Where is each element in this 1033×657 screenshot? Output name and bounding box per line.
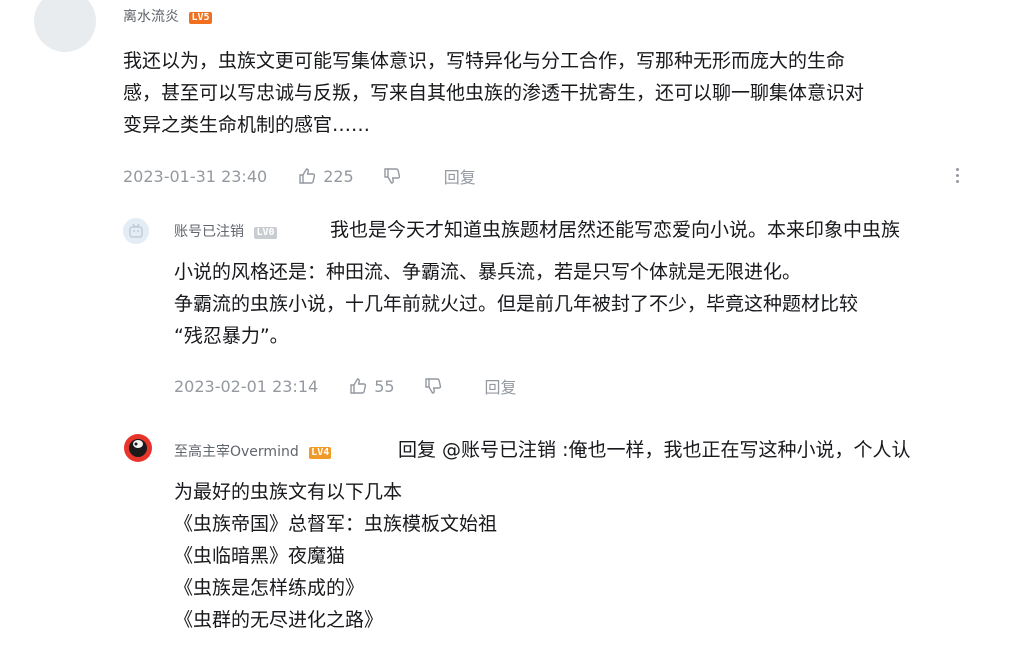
comment-time: 2023-01-31 23:40 xyxy=(123,166,268,186)
reply-avatar[interactable] xyxy=(123,218,149,244)
reply-line: 为最好的虫族文有以下几本 xyxy=(174,481,403,503)
username[interactable]: 离水流炎 xyxy=(123,9,179,25)
dislike-button[interactable] xyxy=(423,376,443,396)
reply-line: 《虫临暗黑》夜魔猫 xyxy=(174,545,346,567)
thumbs-down-icon xyxy=(424,378,441,394)
reply-line: 争霸流的虫族小说，十几年前就火过。但是前几年被封了不少，毕竟这种题材比较 xyxy=(174,293,859,315)
thumbs-up-icon xyxy=(350,378,367,394)
comment-text: 我还以为，虫族文更可能写集体意识，写特异化与分工合作，写那种无形而庞大的生命 感… xyxy=(123,45,864,141)
reply-line: “残忍暴力”。 xyxy=(174,325,289,347)
reply-text: 为最好的虫族文有以下几本 《虫族帝国》总督军：虫族模板文始祖 《虫临暗黑》夜魔猫… xyxy=(174,476,497,636)
like-button[interactable]: 55 xyxy=(348,376,395,396)
level-badge: LV0 xyxy=(254,227,277,239)
reply-username-row: 至高主宰Overmind LV4 xyxy=(174,441,332,461)
dislike-button[interactable] xyxy=(382,166,402,186)
thumbs-up-icon xyxy=(299,168,316,184)
reply-line: 《虫群的无尽进化之路》 xyxy=(174,609,384,631)
like-count: 225 xyxy=(323,166,354,186)
reply-text: 小说的风格还是：种田流、争霸流、暴兵流，若是只写个体就是无限进化。 争霸流的虫族… xyxy=(174,256,858,352)
reply-mention[interactable]: 回复 @账号已注销 : xyxy=(398,439,568,461)
more-options-icon[interactable] xyxy=(950,163,964,187)
overmind-avatar-icon xyxy=(124,434,152,462)
comment-line: 变异之类生命机制的感官…… xyxy=(123,114,371,136)
reply-line: 《虫族是怎样练成的》 xyxy=(174,577,365,599)
comment-meta: 2023-01-31 23:40 225 回复 xyxy=(123,164,476,188)
reply-line: 小说的风格还是：种田流、争霸流、暴兵流，若是只写个体就是无限进化。 xyxy=(174,261,802,283)
reply-username-row: 账号已注销 LV0 xyxy=(174,221,277,241)
reply-first-line: 回复 @账号已注销 :俺也一样，我也正在写这种小说，个人认 xyxy=(398,434,911,466)
level-badge: LV4 xyxy=(309,447,332,459)
reply-line: 我也是今天才知道虫族题材居然还能写恋爱向小说。本来印象中虫族 xyxy=(330,219,901,241)
comment-line: 感，甚至可以写忠诚与反叛，写来自其他虫族的渗透干扰寄生，还可以聊一聊集体意识对 xyxy=(123,82,865,104)
comment-line: 我还以为，虫族文更可能写集体意识，写特异化与分工合作，写那种无形而庞大的生命 xyxy=(123,50,846,72)
reply-button[interactable]: 回复 xyxy=(485,374,517,398)
avatar[interactable] xyxy=(34,0,96,52)
username[interactable]: 账号已注销 xyxy=(174,224,244,240)
thumbs-down-icon xyxy=(384,168,400,184)
level-badge: LV5 xyxy=(189,12,212,24)
like-count: 55 xyxy=(374,376,395,396)
tv-mascot-icon xyxy=(123,218,149,244)
reply-line: 《虫族帝国》总督军：虫族模板文始祖 xyxy=(174,513,498,535)
reply-time: 2023-02-01 23:14 xyxy=(174,376,319,396)
like-button[interactable]: 225 xyxy=(297,166,354,186)
reply-avatar[interactable] xyxy=(123,433,152,462)
reply-button[interactable]: 回复 xyxy=(444,164,476,188)
comment-username-row: 离水流炎 LV5 xyxy=(123,6,212,26)
username[interactable]: 至高主宰Overmind xyxy=(174,444,299,460)
reply-meta: 2023-02-01 23:14 55 回复 xyxy=(174,374,517,398)
reply-line: 俺也一样，我也正在写这种小说，个人认 xyxy=(568,439,911,461)
